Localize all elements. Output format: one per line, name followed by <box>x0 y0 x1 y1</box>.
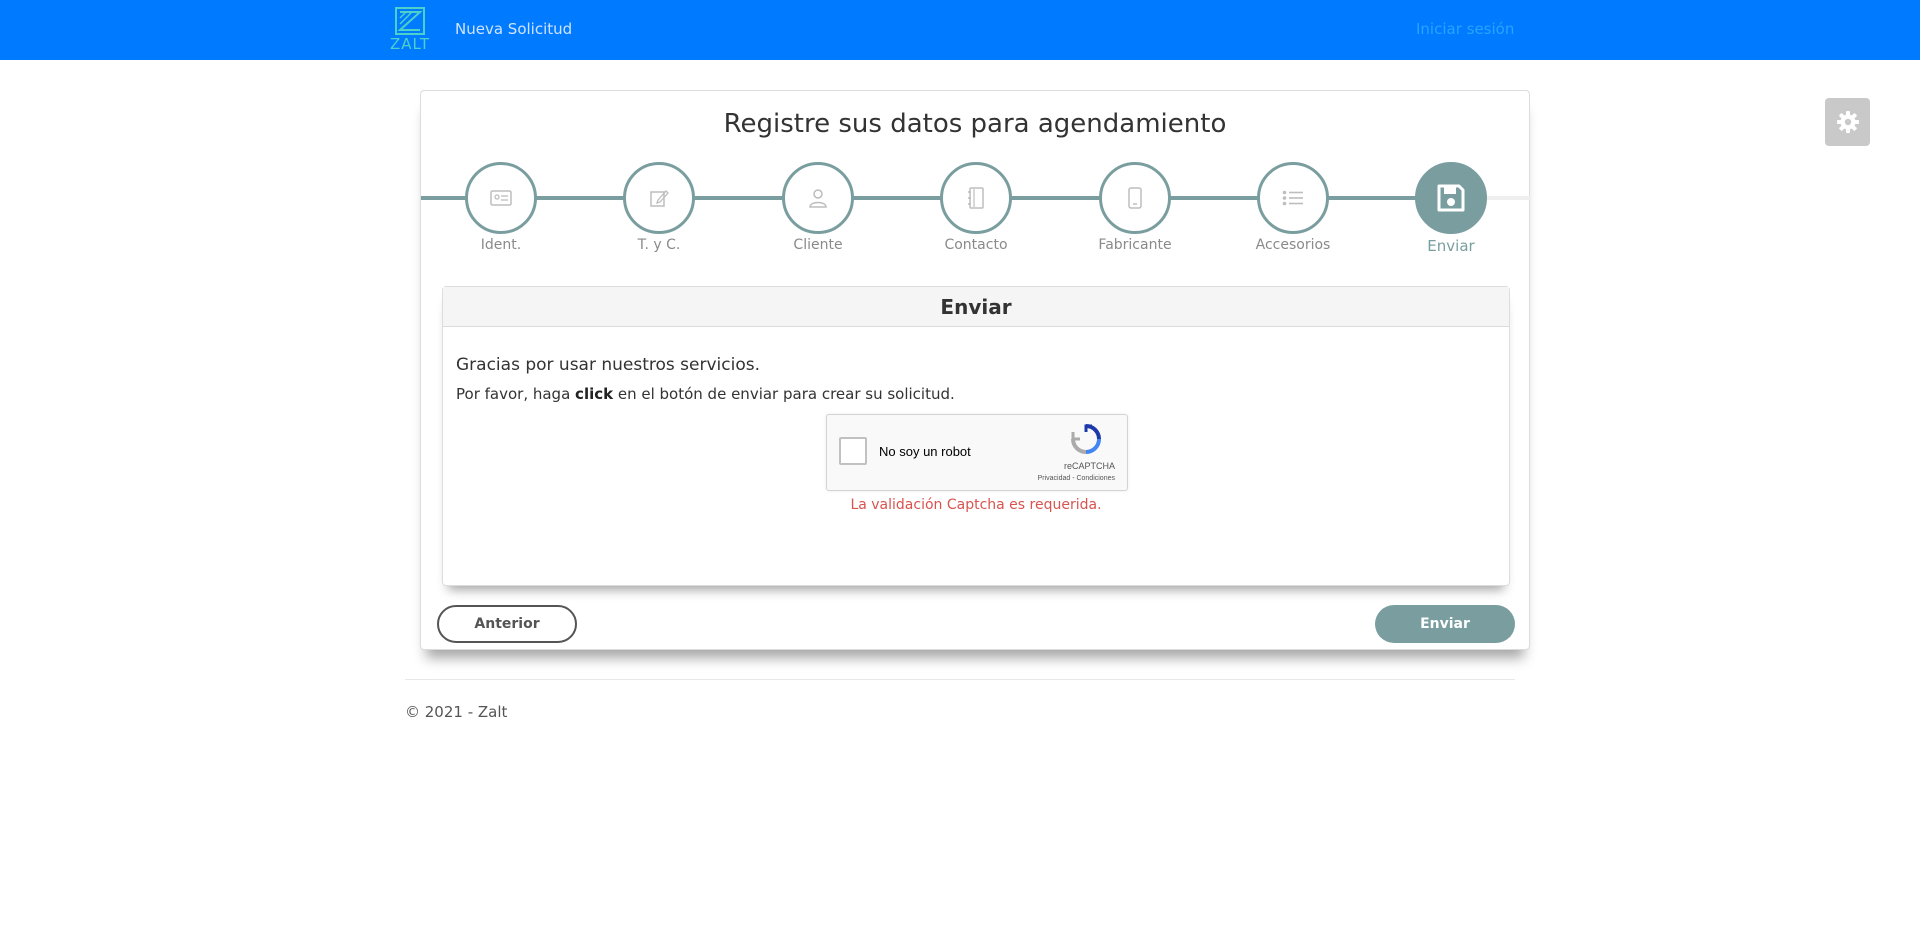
recaptcha-label: No soy un robot <box>879 444 971 459</box>
brand-logo[interactable]: ZALT <box>388 7 432 53</box>
instruction-text-bold: click <box>575 385 614 403</box>
zalt-logo-icon <box>395 7 425 35</box>
top-navbar: ZALT Nueva Solicitud Iniciar sesión <box>0 0 1920 60</box>
edit-icon <box>650 190 669 207</box>
thanks-message: Gracias por usar nuestros servicios. <box>456 355 760 375</box>
recaptcha-widget: No soy un robot reCAPTCHA Privacidad - C… <box>826 414 1128 491</box>
step-accessories[interactable] <box>1257 162 1329 234</box>
brand-name: ZALT <box>390 35 430 53</box>
step-manufacturer[interactable] <box>1099 162 1171 234</box>
previous-button[interactable]: Anterior <box>437 605 577 643</box>
step-terms[interactable] <box>623 162 695 234</box>
submit-instruction: Por favor, haga click en el botón de env… <box>456 385 955 403</box>
step-label-terms: T. y C. <box>637 237 681 253</box>
registration-card: Registre sus datos para agendamiento Ide… <box>420 90 1531 650</box>
instruction-text-start: Por favor, haga <box>456 385 576 403</box>
step-label-accessories: Accesorios <box>1255 237 1331 253</box>
id-card-icon <box>490 190 512 206</box>
step-label-submit: Enviar <box>1427 237 1475 255</box>
recaptcha-privacy-terms-links[interactable]: Privacidad - Condiciones <box>1038 475 1115 482</box>
step-label-contact: Contacto <box>944 237 1008 253</box>
nav-new-request-link[interactable]: Nueva Solicitud <box>455 20 572 38</box>
save-icon <box>1437 184 1465 212</box>
instruction-text-end: en el botón de enviar para crear su soli… <box>613 385 955 403</box>
step-label-manufacturer: Fabricante <box>1098 237 1172 253</box>
user-icon <box>809 189 827 208</box>
address-book-icon <box>968 187 984 209</box>
footer-divider <box>405 679 1515 680</box>
step-contact[interactable] <box>940 162 1012 234</box>
step-label-client: Cliente <box>793 237 843 253</box>
step-submit[interactable] <box>1415 162 1487 234</box>
recaptcha-logo-icon <box>1071 424 1101 454</box>
page-title: Registre sus datos para agendamiento <box>723 109 1227 139</box>
settings-button[interactable] <box>1825 98 1870 146</box>
step-ident[interactable] <box>465 162 537 234</box>
captcha-error-message: La validación Captcha es requerida. <box>850 497 1102 513</box>
panel-heading: Enviar <box>443 287 1509 327</box>
submit-panel: Enviar Gracias por usar nuestros servici… <box>442 286 1510 586</box>
step-client[interactable] <box>782 162 854 234</box>
step-label-ident: Ident. <box>480 237 522 253</box>
nav-login-link[interactable]: Iniciar sesión <box>1416 20 1514 38</box>
recaptcha-brand: reCAPTCHA <box>1063 461 1115 471</box>
list-icon <box>1282 190 1303 206</box>
gear-icon <box>1836 111 1859 133</box>
mobile-icon <box>1128 187 1142 209</box>
submit-button[interactable]: Enviar <box>1375 605 1515 643</box>
wizard-progress-line-rest <box>1487 196 1531 200</box>
footer-copyright: © 2021 - Zalt <box>405 703 508 721</box>
recaptcha-checkbox[interactable] <box>839 437 867 465</box>
